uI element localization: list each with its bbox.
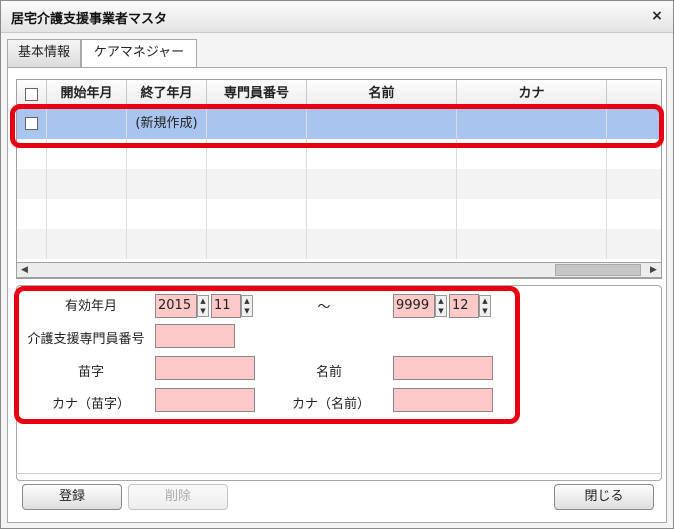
period-separator: ～	[317, 300, 331, 315]
spin-down-icon[interactable]: ▼	[480, 306, 490, 316]
divider	[16, 473, 662, 474]
register-button[interactable]: 登録	[22, 484, 122, 510]
delete-button[interactable]: 削除	[128, 484, 228, 510]
surname-input[interactable]	[155, 356, 255, 380]
surname-kana-label: カナ（苗字）	[51, 397, 130, 412]
column-header-extra	[607, 80, 661, 108]
spin-down-icon[interactable]: ▼	[436, 306, 446, 316]
close-icon[interactable]: ×	[649, 7, 665, 25]
tab-care-manager[interactable]: ケアマネジャー	[81, 39, 197, 68]
column-header-number[interactable]: 専門員番号	[207, 80, 307, 108]
edit-form-panel: 有効年月 2015 ▲ ▼ 11 ▲ ▼ ～ 9999 ▲ ▼ 12 ▲ ▼ 介…	[16, 285, 662, 481]
valid-period-label: 有効年月	[64, 299, 117, 314]
column-header-kana[interactable]: カナ	[457, 80, 607, 108]
start-month-input[interactable]: 11	[211, 294, 241, 318]
tab-content: 開始年月 終了年月 専門員番号 名前 カナ (新規作成) ◀ ▶ 有効年月 20…	[7, 67, 667, 523]
grid-header: 開始年月 終了年月 専門員番号 名前 カナ	[17, 80, 661, 108]
end-month-spinner[interactable]: ▲ ▼	[479, 295, 491, 317]
end-year-input[interactable]: 9999	[393, 294, 435, 318]
specialist-number-label: 介護支援専門員番号	[27, 332, 145, 347]
surname-kana-input[interactable]	[155, 388, 255, 412]
window-title: 居宅介護支援事業者マスタ	[11, 12, 168, 27]
empty-row	[17, 199, 661, 229]
row-checkbox-cell	[17, 109, 47, 139]
cell-name	[307, 109, 457, 139]
spin-down-icon[interactable]: ▼	[242, 306, 252, 316]
column-header-start[interactable]: 開始年月	[47, 80, 127, 108]
spin-up-icon[interactable]: ▲	[198, 296, 208, 306]
column-header-end[interactable]: 終了年月	[127, 80, 207, 108]
end-month-input[interactable]: 12	[449, 294, 479, 318]
scroll-thumb[interactable]	[555, 264, 641, 276]
select-all-checkbox[interactable]	[25, 88, 38, 101]
spin-up-icon[interactable]: ▲	[480, 296, 490, 306]
spin-up-icon[interactable]: ▲	[436, 296, 446, 306]
spin-up-icon[interactable]: ▲	[242, 296, 252, 306]
cell-kana	[457, 109, 607, 139]
start-year-spinner[interactable]: ▲ ▼	[197, 295, 209, 317]
start-month-spinner[interactable]: ▲ ▼	[241, 295, 253, 317]
title-bar: 居宅介護支援事業者マスタ ×	[1, 1, 673, 33]
cell-start	[47, 109, 127, 139]
given-name-label: 名前	[315, 365, 342, 380]
given-name-input[interactable]	[393, 356, 493, 380]
table-row[interactable]: (新規作成)	[17, 109, 661, 139]
scroll-left-icon[interactable]: ◀	[17, 263, 32, 277]
cell-number	[207, 109, 307, 139]
spin-down-icon[interactable]: ▼	[198, 306, 208, 316]
given-name-kana-input[interactable]	[393, 388, 493, 412]
horizontal-scrollbar[interactable]: ◀ ▶	[16, 262, 662, 278]
close-button[interactable]: 閉じる	[554, 484, 654, 510]
empty-row	[17, 169, 661, 199]
given-name-kana-label: カナ（名前）	[291, 397, 370, 412]
header-checkbox-cell	[17, 80, 47, 108]
empty-row	[17, 229, 661, 259]
tab-basic-info[interactable]: 基本情報	[7, 39, 81, 67]
end-year-spinner[interactable]: ▲ ▼	[435, 295, 447, 317]
master-window: 居宅介護支援事業者マスタ × 基本情報 ケアマネジャー 開始年月 終了年月 専門…	[0, 0, 674, 529]
scroll-right-icon[interactable]: ▶	[646, 263, 661, 277]
start-year-input[interactable]: 2015	[155, 294, 197, 318]
cell-end: (新規作成)	[127, 109, 207, 139]
care-manager-grid: 開始年月 終了年月 専門員番号 名前 カナ (新規作成)	[16, 79, 662, 279]
column-header-name[interactable]: 名前	[307, 80, 457, 108]
surname-label: 苗字	[77, 365, 104, 380]
empty-row	[17, 139, 661, 169]
specialist-number-input[interactable]	[155, 324, 235, 348]
row-checkbox[interactable]	[25, 117, 38, 130]
